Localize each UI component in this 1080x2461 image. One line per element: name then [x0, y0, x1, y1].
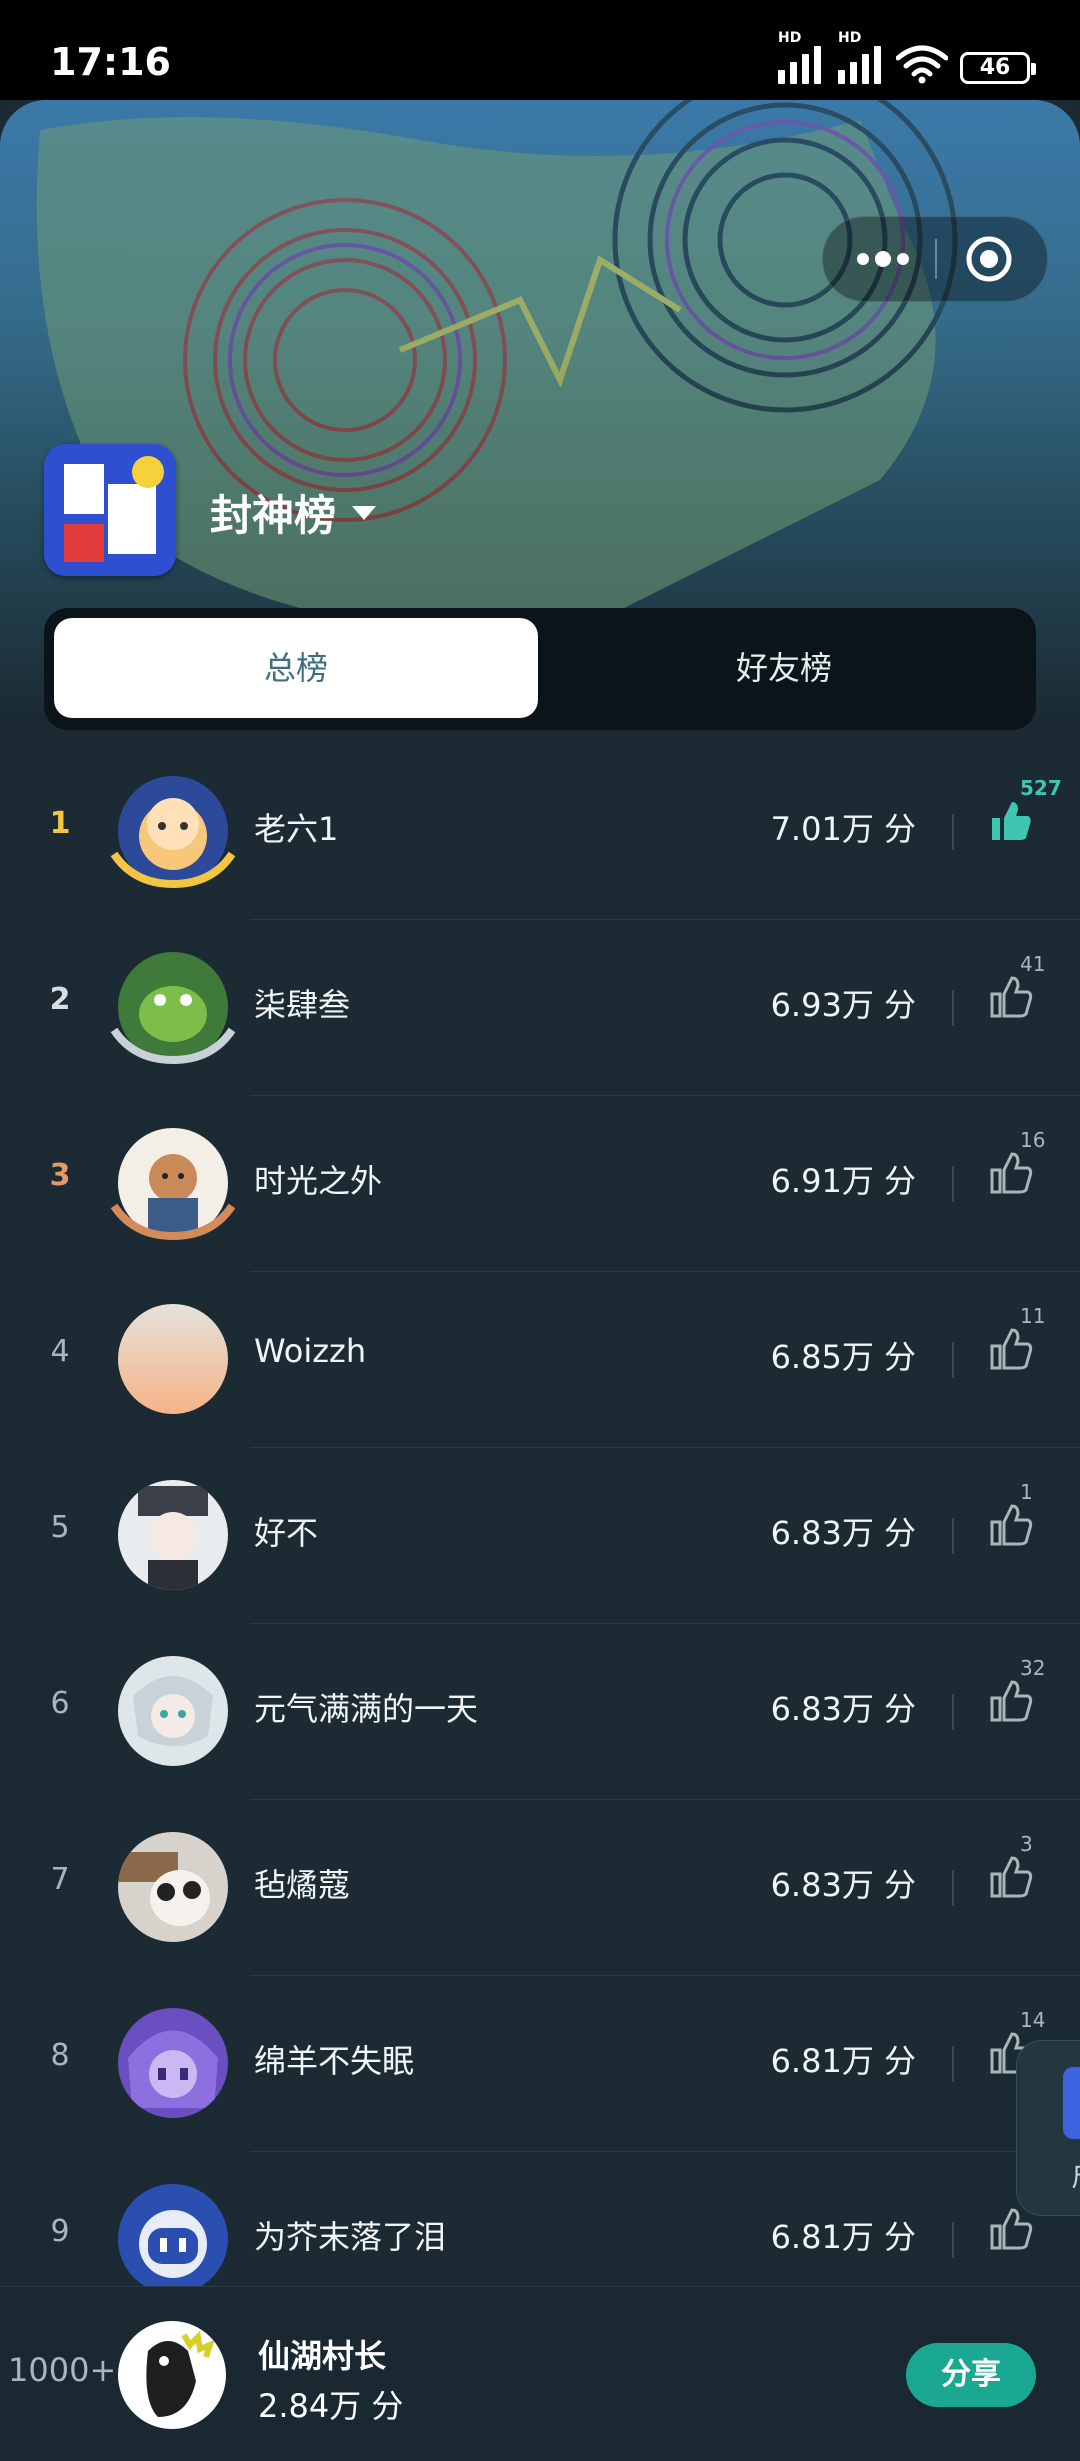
table-row[interactable]: 6 元气满满的一天 6.83万 分 32	[0, 1624, 1080, 1800]
avatar[interactable]	[118, 2008, 228, 2118]
divider	[952, 814, 954, 850]
bronze-wreath-icon	[110, 1203, 236, 1241]
my-name: 仙湖村长	[258, 2337, 387, 2375]
side-card-text: 斤	[1071, 2157, 1080, 2194]
divider	[952, 1166, 954, 1202]
tab-overall[interactable]: 总榜	[54, 618, 538, 718]
thumbs-up-icon[interactable]	[988, 1678, 1034, 1724]
like-count: 41	[1020, 952, 1046, 976]
player-name: 绵羊不失眠	[254, 2042, 415, 2080]
player-name: 好不	[254, 1514, 319, 1552]
player-score: 6.85万 分	[770, 1338, 916, 1376]
player-score: 6.91万 分	[770, 1162, 916, 1200]
like-count: 527	[1020, 776, 1062, 800]
rank-number: 5	[50, 1510, 70, 1545]
battery-icon: 46	[960, 52, 1036, 84]
game-logo	[44, 444, 176, 576]
divider	[952, 2222, 954, 2258]
like-count: 16	[1020, 1128, 1046, 1152]
player-score: 6.83万 分	[770, 1514, 916, 1552]
wifi-icon	[896, 45, 948, 84]
player-score: 6.83万 分	[770, 1690, 916, 1728]
signal-icon-2: HD	[838, 30, 881, 84]
table-row[interactable]: 1 老六1 7.01万 分 527	[0, 744, 1080, 920]
capsule-divider	[935, 239, 937, 279]
floating-side-card[interactable]: 斤	[1016, 2040, 1080, 2216]
player-name: 时光之外	[254, 1162, 383, 1200]
avatar[interactable]	[118, 1656, 228, 1766]
table-row[interactable]: 5 好不 6.83万 分 1	[0, 1448, 1080, 1624]
rank-number: 6	[50, 1686, 70, 1721]
divider	[952, 1342, 954, 1378]
table-row[interactable]: 3 时光之外 6.91万 分 16	[0, 1096, 1080, 1272]
player-name: 柒肆叁	[254, 986, 351, 1024]
mini-program-capsule	[822, 216, 1048, 302]
table-row[interactable]: 7 毡燏蔻 6.83万 分 3	[0, 1800, 1080, 1976]
thumbs-up-icon[interactable]	[988, 2206, 1034, 2252]
player-score: 7.01万 分	[770, 810, 916, 848]
signal-icon: HD	[778, 30, 821, 84]
player-name: Woizzh	[254, 1332, 367, 1370]
side-card-logo	[1063, 2067, 1080, 2139]
thumbs-up-icon[interactable]	[988, 1854, 1034, 1900]
table-row[interactable]: 4 Woizzh 6.85万 分 11	[0, 1272, 1080, 1448]
thumbs-up-icon[interactable]	[988, 1326, 1034, 1372]
rank-number: 9	[50, 2214, 70, 2249]
player-name: 元气满满的一天	[254, 1690, 479, 1728]
player-name: 老六1	[254, 810, 339, 848]
target-circle-icon[interactable]	[965, 235, 1013, 283]
my-rank-bar: 1000+ 仙湖村长 2.84万 分 分享	[0, 2286, 1080, 2461]
thumbs-up-icon[interactable]	[988, 974, 1034, 1020]
board-title: 封神榜	[210, 491, 337, 540]
more-dots-icon[interactable]	[855, 249, 911, 269]
leaderboard-tabs: 总榜 好友榜	[44, 608, 1036, 730]
tab-friends[interactable]: 好友榜	[542, 618, 1026, 718]
board-title-dropdown[interactable]: 封神榜	[210, 482, 377, 543]
share-button[interactable]: 分享	[906, 2343, 1036, 2407]
thumbs-up-icon[interactable]	[988, 1150, 1034, 1196]
avatar[interactable]	[118, 2184, 228, 2294]
divider	[952, 2046, 954, 2082]
player-score: 6.81万 分	[770, 2042, 916, 2080]
divider	[952, 990, 954, 1026]
like-count: 1	[1020, 1480, 1033, 1504]
avatar[interactable]	[118, 2321, 226, 2429]
divider	[952, 1870, 954, 1906]
my-rank: 1000+	[8, 2351, 117, 2389]
silver-wreath-icon	[110, 1027, 236, 1065]
gold-wreath-icon	[110, 851, 236, 889]
my-score: 2.84万 分	[258, 2387, 404, 2425]
clock: 17:16	[50, 40, 171, 84]
table-row[interactable]: 2 柒肆叁 6.93万 分 41	[0, 920, 1080, 1096]
rank-number: 2	[49, 982, 71, 1017]
caret-down-icon	[352, 505, 377, 520]
avatar[interactable]	[118, 1832, 228, 1942]
player-name: 毡燏蔻	[254, 1866, 351, 1904]
rank-number: 8	[50, 2038, 70, 2073]
avatar[interactable]	[118, 1480, 228, 1590]
avatar[interactable]	[118, 1304, 228, 1414]
divider	[952, 1694, 954, 1730]
like-count: 14	[1020, 2008, 1046, 2032]
game-logo-art	[44, 444, 176, 576]
thumbs-up-filled-icon[interactable]	[988, 798, 1034, 844]
player-score: 6.83万 分	[770, 1866, 916, 1904]
table-row[interactable]: 8 绵羊不失眠 6.81万 分 14	[0, 1976, 1080, 2152]
player-score: 6.93万 分	[770, 986, 916, 1024]
like-count: 3	[1020, 1832, 1033, 1856]
player-name: 为芥末落了泪	[254, 2218, 447, 2256]
status-bar: 17:16 HD HD 46	[0, 0, 1080, 100]
like-count: 11	[1020, 1304, 1046, 1328]
like-count: 32	[1020, 1656, 1046, 1680]
rank-number: 3	[49, 1158, 71, 1193]
thumbs-up-icon[interactable]	[988, 1502, 1034, 1548]
divider	[952, 1518, 954, 1554]
rank-number: 4	[50, 1334, 70, 1369]
rank-number: 7	[50, 1862, 70, 1897]
rank-number: 1	[49, 806, 71, 841]
player-score: 6.81万 分	[770, 2218, 916, 2256]
